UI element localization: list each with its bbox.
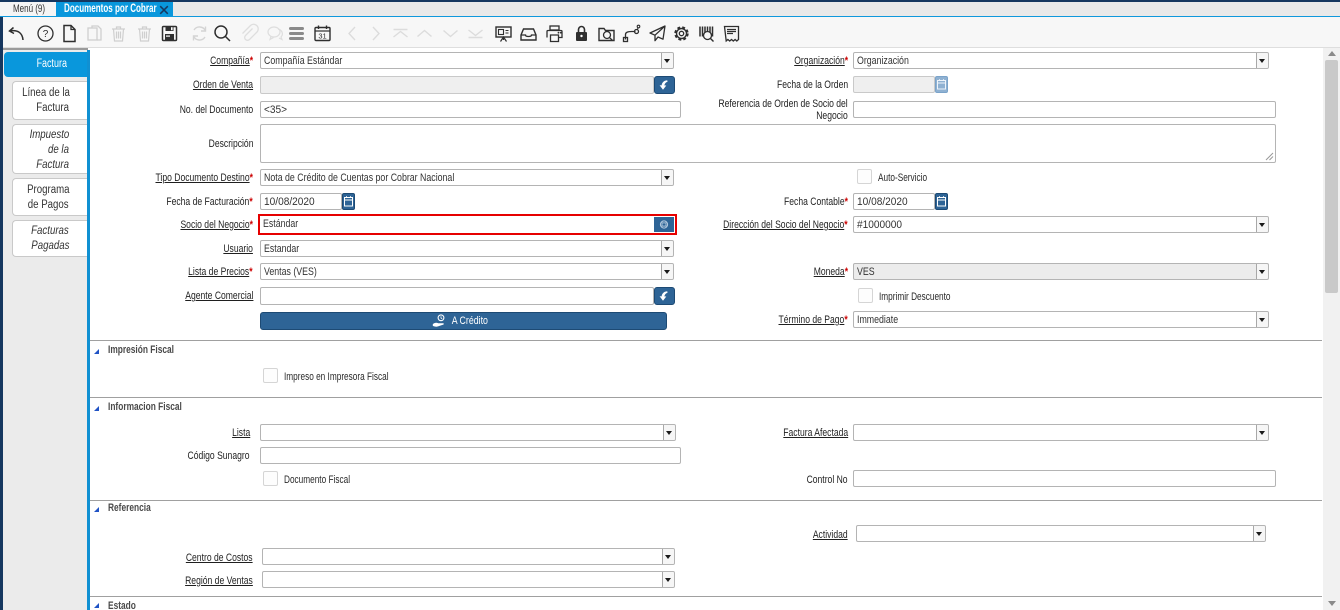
svg-text:?: ? [43,29,49,40]
svg-text:31: 31 [318,32,326,41]
